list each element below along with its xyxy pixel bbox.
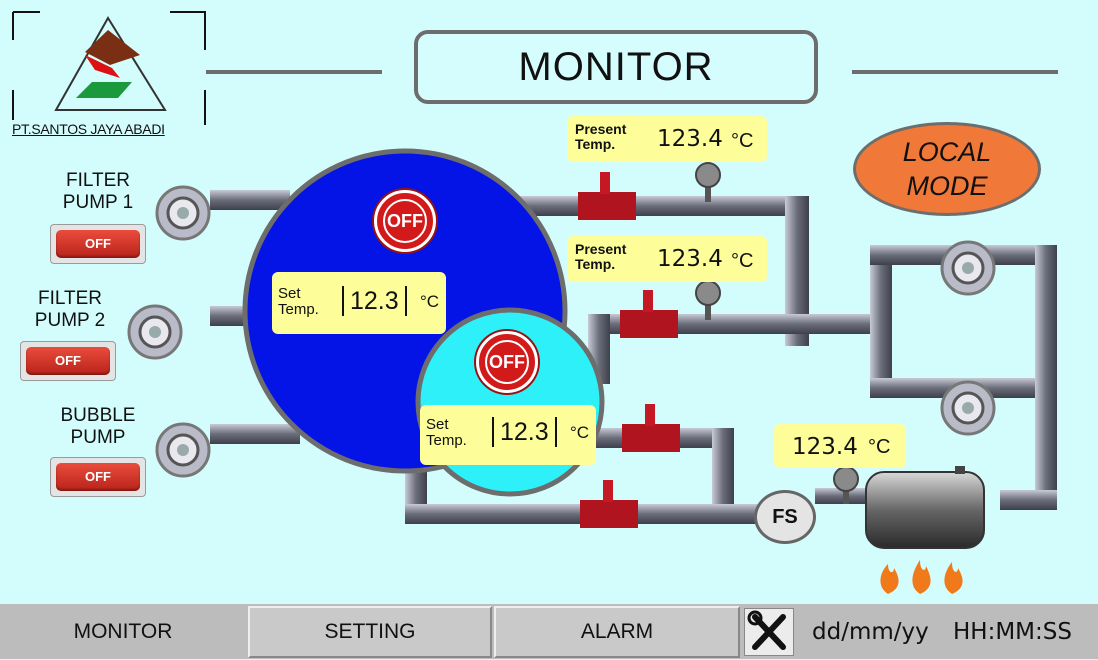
pump-icon [155,422,211,478]
small-tank-set-temp[interactable]: Set Temp. 12.3 °C [420,405,596,465]
pump-2-off-button[interactable]: OFF [20,341,116,381]
process-diagram [127,148,1057,549]
small-tank-set-value: 12.3 [492,417,557,447]
valve-icon [622,404,680,452]
pump-icon [127,304,183,360]
pump-icon [940,380,996,436]
pump-1-off-button[interactable]: OFF [50,224,146,264]
pump-icon [940,240,996,296]
present-temp-1: Present Temp. 123.4 °C [567,116,767,162]
nav-monitor-button[interactable]: MONITOR [0,606,246,658]
tools-icon [747,610,786,650]
heater-temp: 123.4 °C [774,424,906,468]
nav-alarm-button[interactable]: ALARM [494,606,740,658]
pump-icon [155,185,211,241]
bubble-pump-off-button[interactable]: OFF [50,457,146,497]
time-display: HH:MM:SS [953,619,1072,645]
main-tank-off-button[interactable]: OFF [374,190,436,252]
valve-icon [580,480,638,528]
valve-icon [620,290,678,338]
valve-icon [578,172,636,220]
flow-switch: FS [754,490,816,544]
date-display: dd/mm/yy [812,619,929,645]
pump-1-label: FILTER PUMP 1 [62,170,134,213]
present-temp-2: Present Temp. 123.4 °C [567,236,767,282]
tools-button[interactable] [744,608,794,656]
flame-icon [880,560,963,594]
main-tank-set-temp[interactable]: Set Temp. 12.3 °C [272,272,446,334]
nav-setting-button[interactable]: SETTING [248,606,492,658]
bubble-pump-label: BUBBLE PUMP [60,405,136,448]
main-tank-set-value: 12.3 [342,286,407,316]
local-mode-indicator[interactable]: LOCAL MODE [853,122,1041,216]
pump-2-label: FILTER PUMP 2 [34,288,106,331]
heater-tank [865,466,985,549]
small-tank-off-button[interactable]: OFF [476,331,538,393]
